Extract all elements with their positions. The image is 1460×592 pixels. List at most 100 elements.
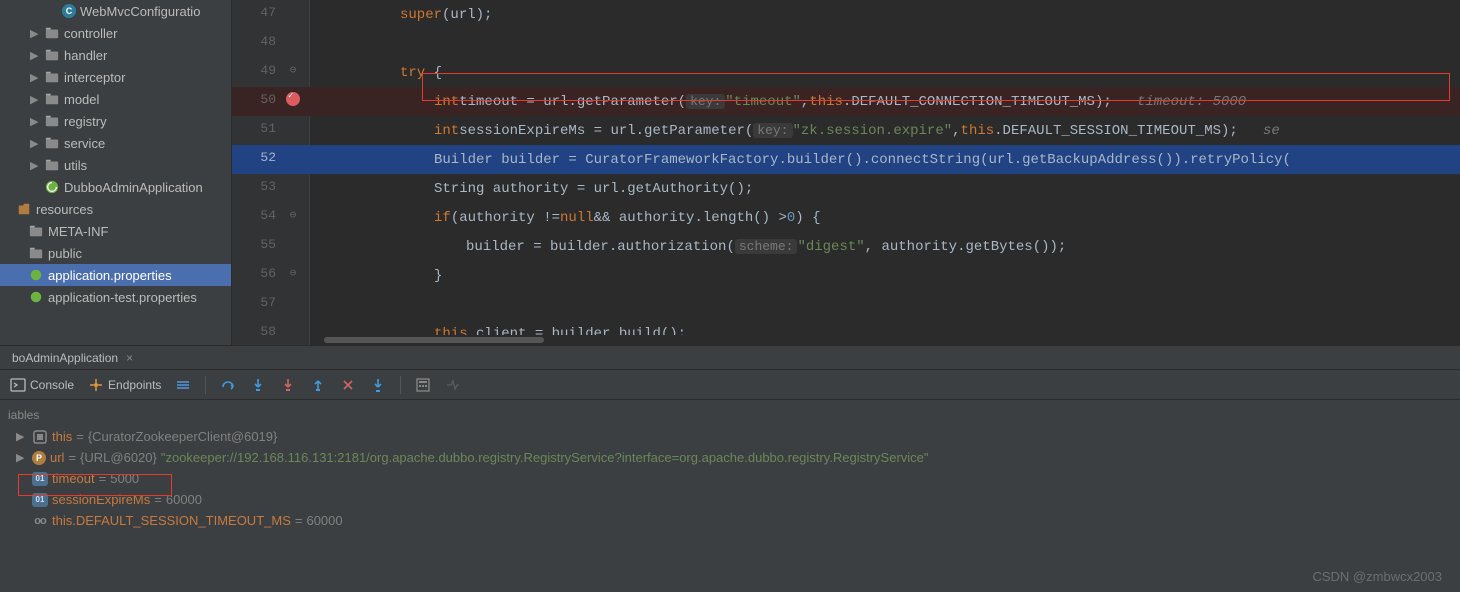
console-tab[interactable]: Console [10,377,74,393]
fold-icon[interactable]: ⊖ [284,63,302,77]
variables-view: iables ▶ this = {CuratorZookeeperClient@… [0,400,1460,535]
code-line-breakpoint[interactable]: 50 int timeout = url.getParameter( key: … [232,87,1460,116]
line-number: 47 [242,5,276,20]
code-line[interactable]: 48 [232,29,1460,58]
tree-item-service[interactable]: ▶ service [0,132,231,154]
code-line[interactable]: 55 builder = builder.authorization( sche… [232,232,1460,261]
step-out-icon[interactable] [310,377,326,393]
line-number: 53 [242,179,276,194]
force-step-into-icon[interactable] [280,377,296,393]
code-line[interactable]: 54 ⊖ if (authority != null && authority.… [232,203,1460,232]
folder-icon [28,223,44,239]
tree-label: utils [64,158,87,173]
code-line[interactable]: 53 String authority = url.getAuthority()… [232,174,1460,203]
tree-label: DubboAdminApplication [64,180,203,195]
fold-icon[interactable]: ⊖ [284,266,302,280]
variables-header: iables [6,404,1454,426]
horizontal-scrollbar[interactable] [324,335,1460,345]
breakpoint-icon[interactable] [284,92,302,111]
expand-icon[interactable]: ▶ [30,27,40,40]
tree-item-app-test-props[interactable]: ▶ application-test.properties [0,286,231,308]
close-icon[interactable]: × [126,351,133,365]
expand-icon[interactable]: ▶ [30,71,40,84]
debug-tab-bar: boAdminApplication × [0,346,1460,370]
code-line[interactable]: 51 int sessionExpireMs = url.getParamete… [232,116,1460,145]
expand-icon[interactable]: ▶ [30,115,40,128]
expand-icon[interactable]: ▶ [30,93,40,106]
package-icon [44,69,60,85]
tree-label: resources [36,202,93,217]
evaluate-icon[interactable] [415,377,431,393]
debug-toolbar: Console Endpoints [0,370,1460,400]
tree-label: registry [64,114,107,129]
run-config-tab[interactable]: boAdminApplication × [2,348,143,368]
tree-item-public[interactable]: ▶ public [0,242,231,264]
tree-item-dubboadmin[interactable]: ▶ DubboAdminApplication [0,176,231,198]
code-editor[interactable]: 47 super(url); 48 49 ⊖ try { 50 int time… [232,0,1460,345]
expand-icon[interactable]: ▶ [30,159,40,172]
expand-icon[interactable]: ▶ [30,49,40,62]
tree-label: handler [64,48,107,63]
code-line-current[interactable]: 52 Builder builder = CuratorFrameworkFac… [232,145,1460,174]
tree-label: WebMvcConfiguratio [80,4,200,19]
expand-icon[interactable]: ▶ [16,430,28,443]
step-into-icon[interactable] [250,377,266,393]
tree-item-utils[interactable]: ▶ utils [0,154,231,176]
tree-label: service [64,136,105,151]
variable-row[interactable]: ▶ this = {CuratorZookeeperClient@6019} [6,426,1454,447]
line-number: 50 [242,92,276,107]
tree-item-handler[interactable]: ▶ handler [0,44,231,66]
line-number: 58 [242,324,276,339]
tree-item-model[interactable]: ▶ model [0,88,231,110]
spring-class-icon [44,179,60,195]
tree-item-controller[interactable]: ▶ controller [0,22,231,44]
tree-label: public [48,246,82,261]
code-line[interactable]: 57 [232,290,1460,319]
package-icon [44,113,60,129]
properties-icon [28,289,44,305]
run-to-cursor-icon[interactable] [370,377,386,393]
step-over-icon[interactable] [220,377,236,393]
tree-item-interceptor[interactable]: ▶ interceptor [0,66,231,88]
settings-icon[interactable] [175,377,191,393]
line-number: 55 [242,237,276,252]
annotation-box [18,474,172,496]
variable-row[interactable]: ▶ 01 sessionExpireMs = 60000 [6,489,1454,510]
param-icon: P [32,451,46,465]
tree-item-resources[interactable]: ▶ resources [0,198,231,220]
line-number: 54 [242,208,276,223]
package-icon [44,47,60,63]
variable-row-timeout[interactable]: ▶ 01 timeout = 5000 [6,468,1454,489]
endpoints-tab[interactable]: Endpoints [88,377,161,393]
line-number: 48 [242,34,276,49]
project-tree[interactable]: ▶ C WebMvcConfiguratio ▶ controller ▶ ha… [0,0,232,345]
tree-label: model [64,92,99,107]
fold-icon[interactable]: ⊖ [284,208,302,222]
variable-row[interactable]: ▶ P url = {URL@6020} "zookeeper://192.16… [6,447,1454,468]
variable-row[interactable]: ▶ oo this.DEFAULT_SESSION_TIMEOUT_MS = 6… [6,510,1454,531]
drop-frame-icon[interactable] [340,377,356,393]
class-icon: C [62,4,76,18]
tree-label: application.properties [48,268,172,283]
scrollbar-thumb[interactable] [324,337,544,343]
expand-icon[interactable]: ▶ [30,137,40,150]
properties-icon [28,267,44,283]
code-line[interactable]: 56 ⊖ } [232,261,1460,290]
object-icon [32,430,48,444]
tree-item-app-props[interactable]: ▶ application.properties [0,264,231,286]
line-number: 56 [242,266,276,281]
package-icon [44,25,60,41]
tree-label: controller [64,26,117,41]
trace-icon[interactable] [445,377,461,393]
code-line[interactable]: 49 ⊖ try { [232,58,1460,87]
expand-icon[interactable]: ▶ [16,451,28,464]
tree-item-metainf[interactable]: ▶ META-INF [0,220,231,242]
code-line[interactable]: 47 super(url); [232,0,1460,29]
line-number: 57 [242,295,276,310]
tree-item-webmvc[interactable]: ▶ C WebMvcConfiguratio [0,0,231,22]
folder-icon [28,245,44,261]
tree-label: application-test.properties [48,290,197,305]
line-number: 51 [242,121,276,136]
tree-item-registry[interactable]: ▶ registry [0,110,231,132]
resources-icon [16,201,32,217]
